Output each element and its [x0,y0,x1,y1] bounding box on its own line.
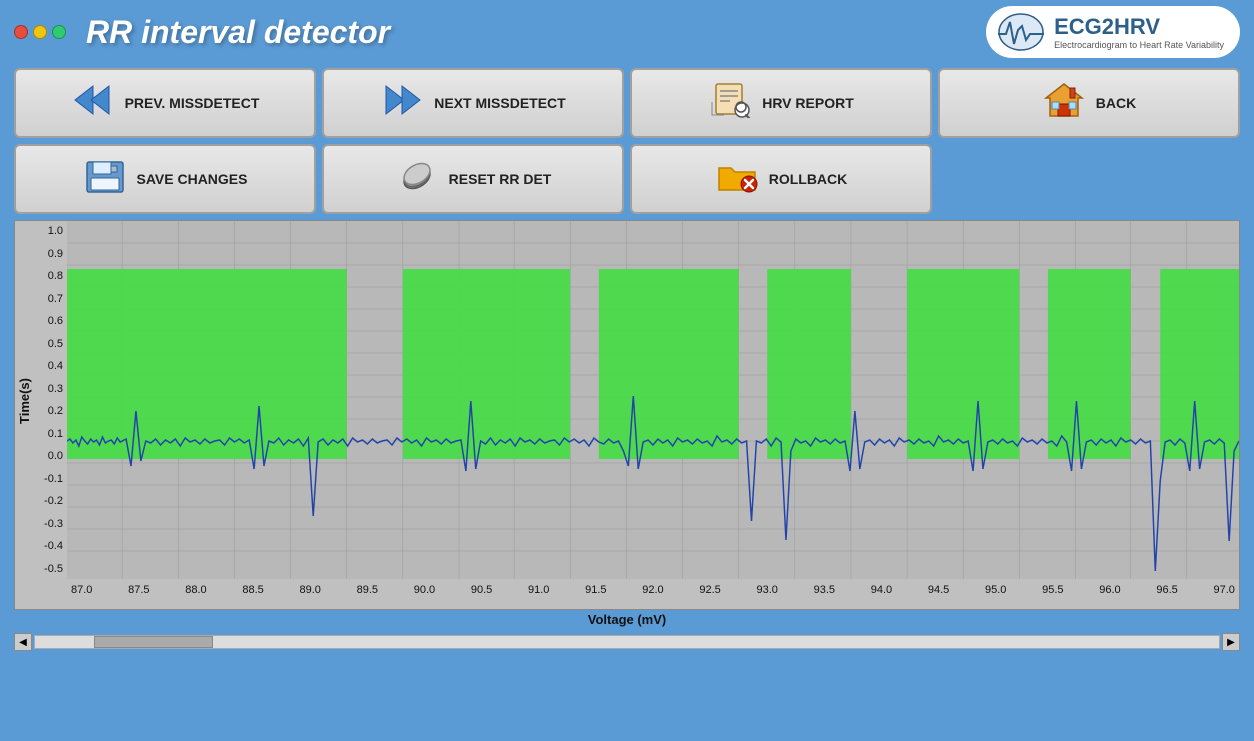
x-tick: 94.5 [928,584,949,596]
x-tick: 89.5 [357,584,378,596]
minimize-button[interactable] [33,25,47,39]
y-tick: -0.1 [44,473,63,485]
y-tick: -0.2 [44,495,63,507]
x-tick: 92.5 [699,584,720,596]
back-label: BACK [1096,95,1136,111]
hrv-report-label: HRV REPORT [762,95,854,111]
x-tick: 96.5 [1156,584,1177,596]
x-tick: 87.5 [128,584,149,596]
y-tick: 1.0 [48,225,63,237]
prev-missdetect-label: PREV. MISSDETECT [125,95,260,111]
scroll-thumb[interactable] [94,636,212,648]
y-axis-label-container: Time(s) [15,221,33,581]
scrollbar: ◀ ▶ [14,633,1240,651]
x-tick: 93.5 [814,584,835,596]
y-tick: 0.3 [48,383,63,395]
x-tick: 88.5 [242,584,263,596]
rollback-button[interactable]: ROLLBACK [630,144,932,214]
y-tick: 0.8 [48,270,63,282]
y-axis-ticks: 1.0 0.9 0.8 0.7 0.6 0.5 0.4 0.3 0.2 0.1 … [33,221,67,579]
reset-rr-det-button[interactable]: RESET RR DET [322,144,624,214]
chart-plot-area [67,221,1239,579]
scroll-track[interactable] [34,635,1220,649]
close-button[interactable] [14,25,28,39]
y-tick: 0.5 [48,338,63,350]
x-tick: 96.0 [1099,584,1120,596]
x-tick: 90.0 [414,584,435,596]
next-missdetect-button[interactable]: NEXT MISSDETECT [322,68,624,138]
prev-missdetect-button[interactable]: PREV. MISSDETECT [14,68,316,138]
hrv-report-icon [708,82,752,124]
chart-svg [67,221,1239,579]
logo-sub-text: Electrocardiogram to Heart Rate Variabil… [1054,40,1224,50]
y-tick: 0.1 [48,428,63,440]
window-controls [14,25,66,39]
back-icon [1042,82,1086,124]
hrv-report-button[interactable]: HRV REPORT [630,68,932,138]
ecg-logo-icon [996,12,1046,52]
back-button[interactable]: BACK [938,68,1240,138]
y-tick: 0.6 [48,315,63,327]
y-tick: -0.4 [44,540,63,552]
x-tick: 91.5 [585,584,606,596]
x-tick: 95.0 [985,584,1006,596]
x-tick: 94.0 [871,584,892,596]
x-tick: 97.0 [1214,584,1235,596]
y-tick: -0.3 [44,518,63,530]
app-title: RR interval detector [86,14,986,51]
x-axis-ticks: 87.0 87.5 88.0 88.5 89.0 89.5 90.0 90.5 … [67,581,1239,609]
save-changes-label: SAVE CHANGES [137,171,248,187]
x-tick: 90.5 [471,584,492,596]
y-tick: 0.7 [48,293,63,305]
maximize-button[interactable] [52,25,66,39]
reset-rr-det-label: RESET RR DET [449,171,552,187]
chart-container: Time(s) 1.0 0.9 0.8 0.7 0.6 0.5 0.4 0.3 … [14,220,1240,610]
logo: ECG2HRV Electrocardiogram to Heart Rate … [986,6,1240,58]
scroll-left-button[interactable]: ◀ [14,633,32,651]
next-missdetect-label: NEXT MISSDETECT [434,95,565,111]
x-axis-label: Voltage (mV) [0,610,1254,629]
x-tick: 88.0 [185,584,206,596]
prev-missdetect-icon [71,82,115,124]
next-missdetect-icon [380,82,424,124]
y-tick: -0.5 [44,563,63,575]
buttons-area: PREV. MISSDETECT NEXT MISSDETECT [0,62,1254,220]
rollback-icon [715,158,759,200]
logo-main-text: ECG2HRV [1054,14,1224,40]
x-tick: 89.0 [300,584,321,596]
y-tick: 0.4 [48,360,63,372]
rollback-label: ROLLBACK [769,171,848,187]
reset-rr-det-icon [395,158,439,200]
x-tick: 95.5 [1042,584,1063,596]
x-tick: 92.0 [642,584,663,596]
scroll-right-button[interactable]: ▶ [1222,633,1240,651]
y-tick: 0.9 [48,248,63,260]
x-tick: 87.0 [71,584,92,596]
x-tick: 93.0 [757,584,778,596]
y-tick: 0.2 [48,405,63,417]
logo-text-area: ECG2HRV Electrocardiogram to Heart Rate … [1054,14,1224,50]
y-tick: 0.0 [48,450,63,462]
empty-cell [938,144,1240,214]
save-changes-button[interactable]: SAVE CHANGES [14,144,316,214]
title-bar: RR interval detector ECG2HRV Electrocard… [0,0,1254,62]
save-changes-icon [83,158,127,200]
y-axis-label: Time(s) [17,378,32,424]
x-tick: 91.0 [528,584,549,596]
